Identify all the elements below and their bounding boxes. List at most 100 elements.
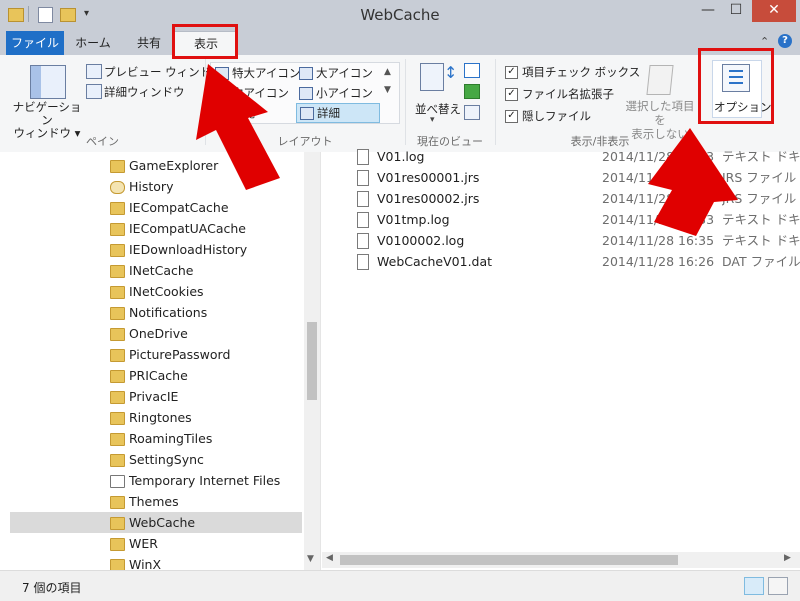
nav-tree-item[interactable]: OneDrive [10, 323, 302, 344]
close-button[interactable]: ✕ [752, 0, 796, 22]
gallery-scroll-up-icon[interactable]: ▲ [384, 67, 391, 77]
scroll-right-icon[interactable]: ▶ [784, 553, 791, 563]
layout-details[interactable]: 詳細 [296, 103, 380, 123]
group-by-icon[interactable] [464, 63, 480, 78]
history-icon [110, 181, 125, 194]
navigation-pane-icon[interactable] [30, 65, 66, 99]
size-columns-icon[interactable] [464, 105, 480, 120]
pane-divider[interactable] [320, 152, 321, 570]
view-icon [215, 107, 229, 120]
nav-tree-item[interactable]: INetCookies [10, 281, 302, 302]
tab-view[interactable]: 表示 [174, 31, 238, 57]
nav-tree-item-label: SettingSync [129, 452, 204, 467]
file-icon [357, 191, 369, 207]
details-pane-icon [86, 84, 102, 99]
folder-icon [110, 328, 125, 341]
title-bar: ▾ WebCache — ☐ ✕ [0, 0, 800, 31]
file-row[interactable]: V01tmp.log 2014/11/28 16:33 テキスト ドキュ [322, 209, 800, 230]
nav-tree-item[interactable]: INetCache [10, 260, 302, 281]
tab-share[interactable]: 共有 [122, 31, 176, 55]
file-extension-toggle[interactable]: ✓ [505, 88, 518, 101]
folder-icon [110, 349, 125, 362]
nav-tree-item-label: Themes [129, 494, 179, 509]
folder-icon [110, 412, 125, 425]
file-name: V0100002.log [377, 233, 465, 248]
folder-icon [110, 160, 125, 173]
file-icon [357, 233, 369, 249]
add-columns-icon[interactable] [464, 84, 480, 99]
details-pane-button[interactable]: 詳細ウィンドウ [104, 84, 185, 100]
layout-large-icons[interactable]: 大アイコン [296, 64, 373, 82]
ribbon-tabs: ファイル ホーム 共有 表示 ⌃ ? [0, 31, 800, 57]
nav-tree-item[interactable]: Ringtones [10, 407, 302, 428]
nav-tree-item[interactable]: WebCache [10, 512, 302, 533]
layout-extra-large-icons[interactable]: 特大アイコン [212, 64, 300, 82]
nav-tree-item[interactable]: History [10, 176, 302, 197]
sort-button[interactable]: 並べ替え [412, 101, 464, 117]
folder-icon [110, 433, 125, 446]
file-name: V01.log [377, 149, 425, 164]
sort-dropdown-icon[interactable]: ▾ [430, 115, 435, 125]
scrollbar-thumb[interactable] [307, 322, 317, 400]
nav-tree-item-label: PrivacIE [129, 389, 179, 404]
file-type: JRS ファイル [722, 170, 797, 185]
hide-selected-icon [646, 65, 674, 95]
layout-small-icons[interactable]: 小アイコン [296, 84, 373, 102]
file-row[interactable]: V0100002.log 2014/11/28 16:35 テキスト ドキュ [322, 230, 800, 251]
scrollbar-thumb[interactable] [340, 555, 678, 565]
nav-tree-item[interactable]: GameExplorer [10, 155, 302, 176]
shortcut-icon [110, 475, 125, 488]
ribbon: ナビゲーション ウィンドウ ▾ プレビュー ウィンドウ 詳細ウィンドウ ペイン … [0, 55, 800, 153]
nav-tree-item-label: WER [129, 536, 158, 551]
item-checkbox-label[interactable]: 項目チェック ボックス [522, 64, 640, 80]
large-icons-view-icon[interactable] [768, 577, 788, 595]
nav-tree-item[interactable]: PicturePassword [10, 344, 302, 365]
nav-tree-item-label: IEDownloadHistory [129, 242, 248, 257]
file-row[interactable]: WebCacheV01.dat 2014/11/28 16:26 DAT ファイル [322, 251, 800, 272]
nav-tree-item[interactable]: RoamingTiles [10, 428, 302, 449]
nav-tree-item[interactable]: Notifications [10, 302, 302, 323]
navigation-scrollbar[interactable]: ▼ [304, 152, 320, 570]
nav-tree-item[interactable]: PrivacIE [10, 386, 302, 407]
nav-tree-item[interactable]: PRICache [10, 365, 302, 386]
scroll-down-icon[interactable]: ▼ [307, 554, 314, 564]
item-checkbox-toggle[interactable]: ✓ [505, 66, 518, 79]
tab-home[interactable]: ホーム [66, 31, 120, 55]
file-extension-label[interactable]: ファイル名拡張子 [522, 86, 614, 102]
folder-icon [110, 202, 125, 215]
nav-tree-item[interactable]: Themes [10, 491, 302, 512]
tab-file[interactable]: ファイル [6, 31, 64, 55]
nav-tree-item-label: PicturePassword [129, 347, 231, 362]
folder-icon [110, 286, 125, 299]
nav-tree-item-label: PRICache [129, 368, 188, 383]
minimize-button[interactable]: — [694, 0, 722, 22]
hidden-files-label[interactable]: 隠しファイル [522, 108, 591, 124]
hidden-files-toggle[interactable]: ✓ [505, 110, 518, 123]
layout-list[interactable]: 一覧 [212, 104, 255, 122]
layout-medium-icons[interactable]: 中アイコン [212, 84, 289, 102]
gallery-scroll-down-icon[interactable]: ▼ [384, 85, 391, 95]
nav-tree-item[interactable]: IECompatUACache [10, 218, 302, 239]
nav-tree-item[interactable]: SettingSync [10, 449, 302, 470]
nav-tree-item-label: IECompatUACache [129, 221, 246, 236]
nav-tree-item[interactable]: Temporary Internet Files [10, 470, 302, 491]
horizontal-scrollbar[interactable]: ◀ ▶ [322, 552, 800, 568]
nav-tree-item-label: Temporary Internet Files [129, 473, 281, 488]
sort-arrows-icon: ↕ [444, 63, 458, 82]
help-icon[interactable]: ? [778, 34, 792, 48]
file-row[interactable]: V01res00002.jrs 2014/11/28 16:26 JRS ファイル [322, 188, 800, 209]
nav-tree-item[interactable]: IECompatCache [10, 197, 302, 218]
view-icon [299, 87, 313, 100]
scroll-left-icon[interactable]: ◀ [326, 553, 333, 563]
file-icon [357, 254, 369, 270]
maximize-button[interactable]: ☐ [722, 0, 750, 22]
nav-tree-item[interactable]: IEDownloadHistory [10, 239, 302, 260]
collapse-ribbon-icon[interactable]: ⌃ [760, 35, 769, 48]
options-icon [722, 64, 750, 92]
details-view-icon[interactable] [744, 577, 764, 595]
nav-tree-item-label: IECompatCache [129, 200, 229, 215]
nav-tree-item[interactable]: WER [10, 533, 302, 554]
nav-tree-item-label: WebCache [129, 515, 196, 530]
file-row[interactable]: V01.log 2014/11/28 16:33 テキスト ドキュ [322, 146, 800, 167]
file-row[interactable]: V01res00001.jrs 2014/11/28 16:26 JRS ファイル [322, 167, 800, 188]
